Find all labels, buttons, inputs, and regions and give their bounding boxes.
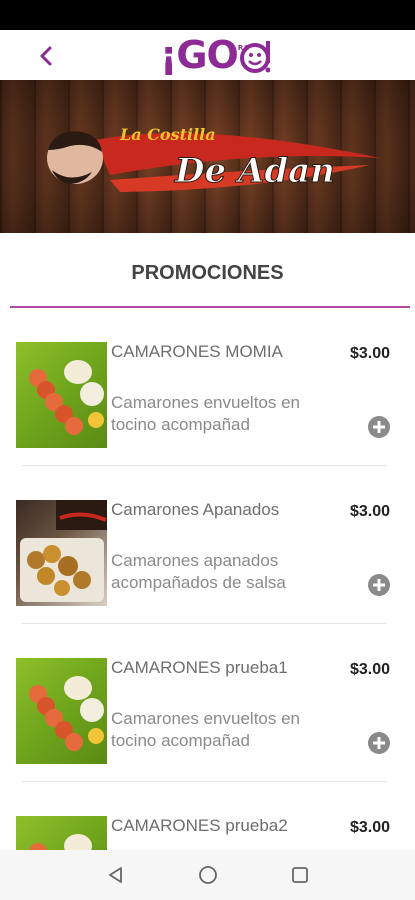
back-button[interactable] xyxy=(34,44,58,68)
section-title: PROMOCIONES xyxy=(131,262,284,284)
logo-smiley-badge: R.C xyxy=(237,40,271,73)
system-nav-bar xyxy=(0,850,415,900)
item-divider xyxy=(22,465,387,466)
item-price: $3.00 xyxy=(349,661,390,678)
item-description: Camarones apanados acompañados de salsa xyxy=(111,551,286,592)
chevron-left-icon xyxy=(40,46,52,66)
nav-home-button[interactable] xyxy=(196,863,220,887)
item-divider xyxy=(22,623,387,624)
item-image xyxy=(16,342,107,448)
plus-circle-icon[interactable] xyxy=(368,574,390,596)
list-item[interactable]: CAMARONES prueba1 $3.00 Camarones envuel… xyxy=(0,636,415,794)
list-item[interactable]: CAMARONES prueba2 $3.00 xyxy=(0,794,415,850)
item-image xyxy=(16,816,107,850)
item-price: $3.00 xyxy=(349,819,390,836)
logo-rc-badge: R.C xyxy=(237,44,249,52)
plus-circle-icon[interactable] xyxy=(368,416,390,438)
item-divider xyxy=(22,781,387,782)
circle-home-icon xyxy=(198,866,217,884)
item-name: CAMARONES MOMIA xyxy=(111,342,283,361)
item-name: CAMARONES prueba2 xyxy=(111,816,288,835)
plus-circle-icon[interactable] xyxy=(368,732,390,754)
section-divider xyxy=(10,306,410,308)
item-price: $3.00 xyxy=(349,503,390,520)
square-recents-icon xyxy=(291,867,308,883)
triangle-back-icon xyxy=(108,867,122,883)
restaurant-logo: La Costilla De Adan xyxy=(47,125,380,192)
item-image xyxy=(16,500,107,606)
item-description: Camarones envueltos en tocino acompañad xyxy=(111,393,301,434)
status-bar xyxy=(0,0,415,30)
nav-back-button[interactable] xyxy=(104,863,128,887)
banner-logo-line2: De Adan xyxy=(174,151,335,191)
item-name: Camarones Apanados xyxy=(111,500,280,519)
item-price: $3.00 xyxy=(349,345,390,362)
app-logo: ¡GO R.C xyxy=(160,32,271,78)
list-item[interactable]: CAMARONES MOMIA $3.00 Camarones envuelto… xyxy=(0,320,415,478)
app-header: ¡GO R.C xyxy=(0,30,415,80)
item-image xyxy=(16,658,107,764)
logo-text: ¡GO xyxy=(160,33,239,77)
item-description: Camarones envueltos en tocino acompañad xyxy=(111,709,301,750)
restaurant-banner: La Costilla De Adan xyxy=(0,80,415,233)
nav-recents-button[interactable] xyxy=(288,863,312,887)
banner-logo-line1: La Costilla xyxy=(119,125,216,144)
list-item[interactable]: Camarones Apanados $3.00 Camarones apana… xyxy=(0,478,415,636)
item-name: CAMARONES prueba1 xyxy=(111,658,288,677)
